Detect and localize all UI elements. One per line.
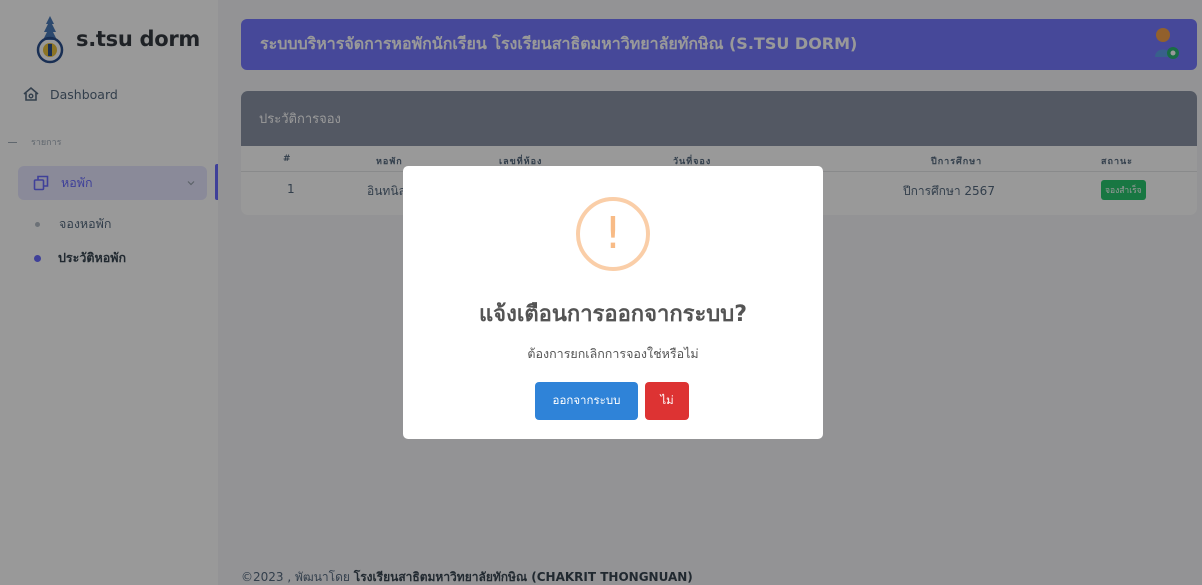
cancel-button[interactable]: ไม่ [645,382,689,420]
dialog-message: ต้องการยกเลิกการจองใช่หรือไม่ [527,346,699,361]
warning-icon: ! [576,197,650,271]
dialog-title: แจ้งเตือนการออกจากระบบ? [479,302,747,327]
confirm-dialog: ! แจ้งเตือนการออกจากระบบ? ต้องการยกเลิกก… [403,166,823,439]
warning-mark: ! [604,208,622,259]
logout-confirm-button[interactable]: ออกจากระบบ [535,382,638,420]
